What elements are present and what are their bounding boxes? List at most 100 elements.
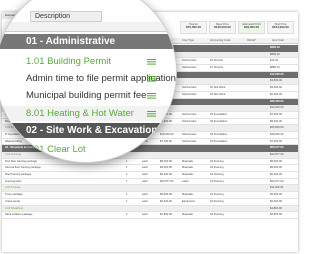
row-description: Roof framing package [5,173,32,177]
line-item-row[interactable]: Second floor framing package 1 each $9,500.… [2,165,298,173]
magnifier-header [0,22,176,32]
row-total: $880.16 [270,66,280,70]
row-total: $18,600.00 [270,132,284,136]
drag-handle-icon[interactable] [147,110,156,117]
row-unit: each [142,166,148,170]
row-cost-type: Materials [182,159,193,163]
row-description: Truss package [5,193,23,197]
row-unit: each [142,199,148,203]
row-total: $16.00 [270,59,279,63]
row-unit-cost: $20,977.00 [160,179,174,183]
row-total: $9,000.00 [270,193,282,197]
row-total: $2,000.00 [270,92,282,96]
row-accounting-code: 04 Framing [210,173,224,177]
row-description: Framing labor [5,179,22,183]
row-description: 4.02 Trusses [5,186,21,190]
line-item-row[interactable]: Roof framing package 1 each $6,400.00 Materi… [2,172,298,179]
row-qty: 1 [126,179,128,183]
row-total: $6,400.00 [270,173,282,177]
row-cost-type: Subcontract [182,92,197,96]
row-unit-cost: $4,800.00 [160,213,172,217]
row-total: $56,277.00 [270,146,284,150]
row-total: $896.16 [270,52,280,56]
row-accounting-code: 04 Framing [210,179,224,183]
row-cost-type: Subcontract [182,112,197,116]
magnified-row-label: Municipal building permit fee [26,90,147,101]
subcategory-row[interactable]: 4.03 Sheathing $4,800.00 [2,205,298,213]
row-total: $2,400.00 [270,199,282,203]
row-cost-type: Materials [182,173,193,177]
subcategory-row[interactable]: 4.02 Trusses $11,400.00 [2,185,298,193]
row-accounting-code: 03 Foundation [210,132,228,136]
row-accounting-code: 02 Site Work [210,92,226,96]
row-unit-cost: $6,400.00 [160,173,172,177]
estimated-profit-box: Estimated Profit $18,000.00 [238,21,265,34]
magnified-row-label: 8.01 Heating & Hot Water [26,108,134,119]
row-total: $12,500.00 [270,72,284,76]
total-price-box: Total Price $164,000.00 [267,21,294,34]
magnified-row[interactable]: 01 - Administrative [0,34,176,49]
magnified-row[interactable]: 1.01 Building Permit [0,54,176,69]
row-accounting-code: 04 Framing [210,166,224,170]
row-qty: 1 [126,173,128,177]
row-accounting-code: 03 Foundation [210,139,228,143]
row-unit-cost: $9,500.00 [160,166,172,170]
col-item-total[interactable]: Item Total [272,38,284,44]
magnified-row[interactable]: Municipal building permit fee [0,88,176,103]
magnified-row[interactable]: Admin time to file permit application [0,71,176,86]
line-item-row[interactable]: Framing labor 1 each $20,977.00 Labor 04 Fram… [2,179,298,186]
magnified-row-label: 2.01 Clear Lot [26,144,86,155]
row-unit: each [142,173,148,177]
row-qty: 1 [126,199,128,203]
line-item-row[interactable]: Truss package 1 each $9,000.00 Materials 04 F… [2,192,298,199]
row-total: $4,800.00 [270,213,282,217]
row-cost-type: Materials [182,193,193,197]
row-cost-type: Subcontract [182,66,197,70]
row-cost-type: Subcontract [182,139,197,143]
row-description: Crane rental [5,199,20,203]
row-unit: each [142,179,148,183]
magnified-row[interactable]: 02 - Site Work & Excavation [0,123,176,138]
col-accounting-code[interactable]: Accounting Code [210,38,230,44]
drag-handle-icon[interactable] [147,58,156,65]
drag-handle-icon[interactable] [147,92,156,99]
row-total: $38,400.00 [270,99,284,103]
magnified-row-label: 1.01 Building Permit [26,56,112,67]
row-total: $44,877.00 [270,153,284,156]
row-cost-type: Equipment [182,199,195,203]
row-total: $4,200.00 [270,112,282,116]
row-accounting-code: 03 Foundation [210,119,228,123]
row-accounting-code: 04 Framing [210,159,224,163]
row-accounting-code: 04 Framing [210,213,224,217]
line-item-row[interactable]: Crane rental 1 each $2,400.00 Equipment 04 Fr… [2,199,298,206]
magnifier-tab: Description [30,11,102,22]
magnified-row-label: 01 - Administrative [26,36,116,47]
total-value: $75,000.00 [185,25,201,30]
col-cost-type[interactable]: Cost Type [182,38,194,44]
row-cost-type: Labor [182,179,189,183]
magnified-row[interactable]: 2.01 Clear Lot [0,142,176,157]
row-total: $8,000.00 [270,159,282,163]
row-cost-type: Subcontract [182,119,197,123]
drag-handle-icon[interactable] [147,146,156,153]
row-accounting-code: 02 Site Work [210,86,226,90]
row-description: Second floor framing package [5,166,41,170]
row-total: $7,200.00 [270,139,282,143]
magnified-row[interactable]: 8.01 Heating & Hot Water [0,106,176,121]
row-accounting-code: 01 Permits [210,59,223,63]
row-total: $4,800.00 [270,206,282,210]
row-unit: each [142,193,148,197]
totals-summary: Total LF $75,000.00 Base Price $146,000.00… [180,21,294,34]
row-total: $3,500.00 [270,86,282,90]
line-item-row[interactable]: Sand subfloor package 1 each $4,800.00 Mater… [2,212,298,219]
row-cost-type: Materials [182,213,193,217]
row-accounting-code: 01 Permits [210,66,223,70]
row-total: $9,500.00 [270,166,282,170]
row-unit-cost: $2,400.00 [160,199,172,203]
col-ohhp[interactable]: OH/HP [247,38,256,44]
row-cost-type: Subcontract [182,59,197,63]
row-accounting-code: 04 Framing [210,199,224,203]
row-description: 4.03 Sheathing [5,206,24,210]
row-accounting-code: 04 Framing [210,193,224,197]
drag-handle-icon[interactable] [147,75,156,82]
